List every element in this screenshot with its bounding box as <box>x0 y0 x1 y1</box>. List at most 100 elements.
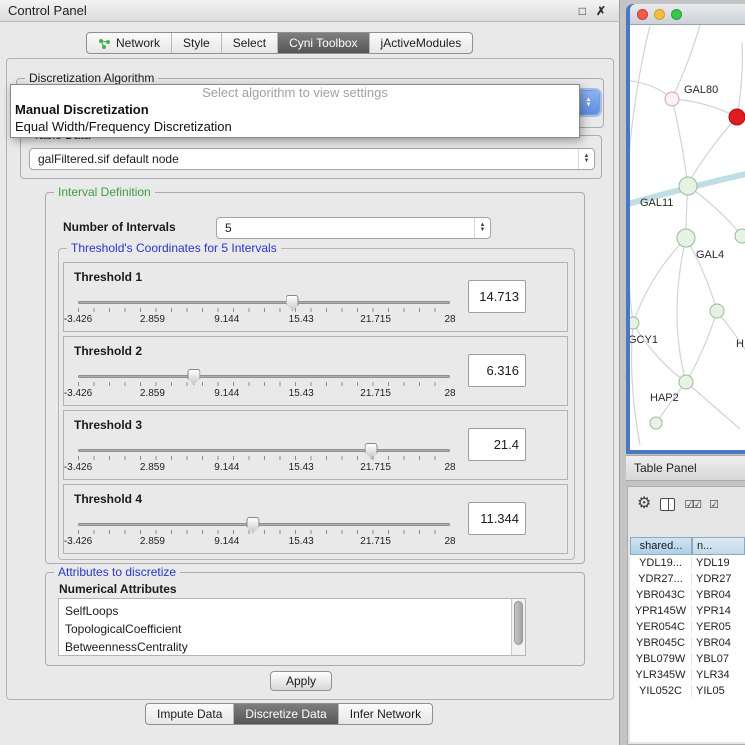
num-intervals-spinner[interactable]: 5 ▲ ▼ <box>216 217 491 239</box>
threshold-panel-1: Threshold 1 -3.426 2.859 9.144 15.43 21.… <box>63 262 568 332</box>
tab-network[interactable]: Network <box>87 33 172 53</box>
table-row[interactable]: YIL052CYIL05 <box>630 683 745 699</box>
tab-impute-data[interactable]: Impute Data <box>146 704 234 724</box>
scale-tick-label: 28 <box>444 536 455 547</box>
spinner-stepper-icon[interactable]: ▲ ▼ <box>474 218 490 238</box>
column-header-shared-name[interactable]: shared... <box>630 537 692 555</box>
scale-tick-label: 15.43 <box>289 314 314 325</box>
table-row[interactable]: YLR345WYLR34 <box>630 667 745 683</box>
list-item[interactable]: TopologicalCoefficient <box>65 620 511 638</box>
network-edge[interactable] <box>686 382 740 429</box>
close-icon[interactable]: ✗ <box>591 4 611 18</box>
table-row[interactable]: YPR145WYPR14 <box>630 603 745 619</box>
group-title: Discretization Algorithm <box>25 71 158 85</box>
network-node[interactable] <box>679 375 693 389</box>
network-node[interactable] <box>630 317 639 329</box>
tab-discretize-data[interactable]: Discretize Data <box>234 704 338 724</box>
network-node[interactable] <box>679 177 697 195</box>
combo-stepper-icon[interactable]: ▲ ▼ <box>578 91 599 114</box>
select-all-checkboxes-icon[interactable]: ☑☑ <box>684 498 700 511</box>
network-node[interactable] <box>650 417 662 429</box>
network-edge[interactable] <box>630 25 650 323</box>
table-row[interactable]: YBR045CYBR04 <box>630 635 745 651</box>
network-node[interactable] <box>710 304 724 318</box>
network-edge[interactable] <box>672 99 737 117</box>
scale-tick-label: 2.859 <box>140 388 165 399</box>
network-edge[interactable] <box>688 186 742 236</box>
slider-ticks <box>78 308 450 312</box>
slider-scale: -3.426 2.859 9.144 15.43 21.715 28 <box>78 462 450 474</box>
threshold-label: Threshold 2 <box>74 344 142 358</box>
network-edge[interactable] <box>672 99 688 186</box>
network-edge[interactable] <box>686 311 717 382</box>
list-scrollbar[interactable] <box>511 599 525 655</box>
table-data-select[interactable]: galFiltered.sif default node ▲ ▼ <box>29 148 595 170</box>
scale-tick-label: 2.859 <box>140 462 165 473</box>
threshold-panel-4: Threshold 4 -3.426 2.859 9.144 15.43 21.… <box>63 484 568 554</box>
threshold-label: Threshold 3 <box>74 418 142 432</box>
network-node[interactable] <box>677 229 695 247</box>
apply-button[interactable]: Apply <box>270 671 332 691</box>
node-table: shared... n... YDL19...YDL19YDR27...YDR2… <box>630 537 745 742</box>
table-panel-titlebar: Table Panel <box>626 455 745 481</box>
threshold-slider[interactable] <box>78 375 450 378</box>
network-edge[interactable] <box>633 238 686 323</box>
threshold-value-field[interactable]: 14.713 <box>468 280 526 313</box>
tab-cyni-toolbox[interactable]: Cyni Toolbox <box>278 33 369 53</box>
threshold-value-field[interactable]: 21.4 <box>468 428 526 461</box>
select-checkbox-icon[interactable]: ☑ <box>709 498 717 511</box>
scale-tick-label: 15.43 <box>289 462 314 473</box>
tab-infer-network[interactable]: Infer Network <box>339 704 432 724</box>
network-node[interactable] <box>729 109 745 125</box>
threshold-value-field[interactable]: 6.316 <box>468 354 526 387</box>
spinner-value: 5 <box>217 221 474 235</box>
group-title: Interval Definition <box>54 185 155 199</box>
minimize-traffic-light-icon[interactable] <box>654 9 665 20</box>
table-row[interactable]: YDL19...YDL19 <box>630 555 745 571</box>
slider-ticks <box>78 382 450 386</box>
tab-jactivemodules[interactable]: jActiveModules <box>370 33 473 53</box>
tab-label: Cyni Toolbox <box>289 36 357 50</box>
table-row[interactable]: YDR27...YDR27 <box>630 571 745 587</box>
table-panel: ⚙ ☑☑ ☑ shared... n... YDL19...YDL19YDR27… <box>627 486 745 745</box>
table-row[interactable]: YER054CYER05 <box>630 619 745 635</box>
threshold-value-field[interactable]: 11.344 <box>468 502 526 535</box>
table-row[interactable]: YBR043CYBR04 <box>630 587 745 603</box>
table-row[interactable]: YBL079WYBL07 <box>630 651 745 667</box>
list-item[interactable]: BetweennessCentrality <box>65 638 511 655</box>
scrollbar-thumb[interactable] <box>514 601 523 645</box>
tab-label: Style <box>183 36 210 50</box>
columns-icon[interactable] <box>660 498 675 511</box>
threshold-slider[interactable] <box>78 449 450 452</box>
tab-select[interactable]: Select <box>222 33 278 53</box>
zoom-traffic-light-icon[interactable] <box>671 9 682 20</box>
table-rows: YDL19...YDL19YDR27...YDR27YBR043CYBR04YP… <box>630 555 745 699</box>
float-window-icon[interactable]: □ <box>574 4 591 18</box>
network-canvas[interactable]: GAL80GAL11GAL4GCY1HAP2H <box>630 25 745 450</box>
node-label: GAL4 <box>696 249 724 261</box>
scale-tick-label: -3.426 <box>64 536 92 547</box>
arrow-down-icon: ▼ <box>584 159 590 164</box>
list-item[interactable]: SelfLoops <box>65 602 511 620</box>
combo-stepper-icon[interactable]: ▲ ▼ <box>578 149 594 169</box>
threshold-slider[interactable] <box>78 301 450 304</box>
table-panel-title: Table Panel <box>634 461 697 475</box>
network-edge[interactable] <box>737 43 742 117</box>
network-edge[interactable] <box>690 117 737 180</box>
tab-style[interactable]: Style <box>172 33 222 53</box>
dropdown-option-manual[interactable]: Manual Discretization <box>11 101 579 118</box>
network-node[interactable] <box>665 92 679 106</box>
column-header-name[interactable]: n... <box>692 537 745 555</box>
network-edge[interactable] <box>677 238 686 382</box>
network-node[interactable] <box>735 229 745 243</box>
bottom-tab-bar: Impute Data Discretize Data Infer Networ… <box>145 703 433 725</box>
slider-scale: -3.426 2.859 9.144 15.43 21.715 28 <box>78 536 450 548</box>
threshold-slider[interactable] <box>78 523 450 526</box>
numerical-attributes-list[interactable]: SelfLoopsTopologicalCoefficientBetweenne… <box>58 598 526 656</box>
close-traffic-light-icon[interactable] <box>637 9 648 20</box>
arrow-down-icon: ▼ <box>586 103 592 108</box>
node-label: H <box>736 338 744 350</box>
dropdown-option-equal-width[interactable]: Equal Width/Frequency Discretization <box>11 118 579 135</box>
attribute-items: SelfLoopsTopologicalCoefficientBetweenne… <box>59 599 511 655</box>
gear-icon[interactable]: ⚙ <box>637 496 651 512</box>
